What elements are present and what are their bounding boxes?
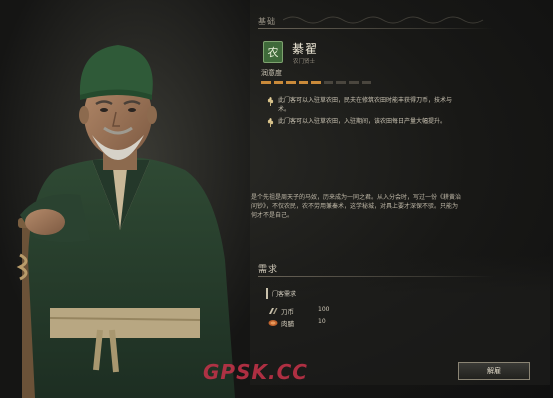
wheat-icon (267, 97, 274, 106)
profession-badge: 农 (263, 41, 283, 63)
divider (258, 28, 494, 29)
loyalty-segment (298, 81, 309, 84)
game-screen: 基础 农 綦翟 农门贤士 润意度 此门客可以入驻草农田，民夫在修筑农田时能丰获得… (0, 0, 553, 398)
loyalty-segment (336, 81, 346, 84)
profession-glyph: 农 (267, 46, 279, 59)
basic-section-title: 基础 (258, 17, 276, 26)
loyalty-segment (261, 81, 271, 84)
header-ornament (283, 16, 484, 24)
loyalty-segment (361, 81, 372, 84)
wheat-icon (267, 118, 274, 127)
requirement-name: 肉脯 (281, 320, 294, 328)
character-portrait (0, 0, 250, 398)
trait-text: 此门客可以入驻草农田，民夫在修筑农田时能丰获得刀币，技术与术。 (278, 97, 453, 113)
loyalty-segment (273, 81, 284, 84)
meat-icon (268, 320, 278, 326)
requirements-title: 需求 (258, 265, 279, 275)
character-name: 綦翟 (292, 42, 319, 56)
trait-item: 此门客可以入驻草农田，入驻期间，该农田每日产量大幅提升。 (266, 117, 456, 137)
loyalty-segment (348, 81, 359, 84)
loyalty-bar (261, 81, 372, 84)
divider (258, 276, 494, 277)
loyalty-segment (286, 81, 296, 84)
character-title: 农门贤士 (293, 59, 316, 65)
requirements-subtitle: 门客需求 (266, 288, 300, 299)
loyalty-segment (311, 81, 321, 84)
requirement-qty: 10 (318, 318, 326, 325)
loyalty-segment (323, 81, 334, 84)
requirement-item: 肉脯 10 (268, 318, 388, 328)
watermark: GPSK.CC (203, 360, 308, 384)
requirement-qty: 100 (318, 306, 330, 313)
requirement-name: 刀币 (281, 308, 294, 316)
coin-icon (269, 308, 278, 314)
loyalty-label: 润意度 (261, 69, 282, 77)
trait-item: 此门客可以入驻草农田，民夫在修筑农田时能丰获得刀币，技术与术。 (266, 96, 456, 116)
requirement-item: 刀币 100 (268, 306, 388, 316)
trait-text: 此门客可以入驻草农田，入驻期间，该农田每日产量大幅提升。 (278, 118, 447, 125)
character-bio: 是个先祖是周天子的马奴，历来成为一同之君。从入分会时，写过一份《耕黄治问钞》，不… (251, 194, 462, 219)
dismiss-button[interactable]: 解雇 (458, 362, 530, 380)
